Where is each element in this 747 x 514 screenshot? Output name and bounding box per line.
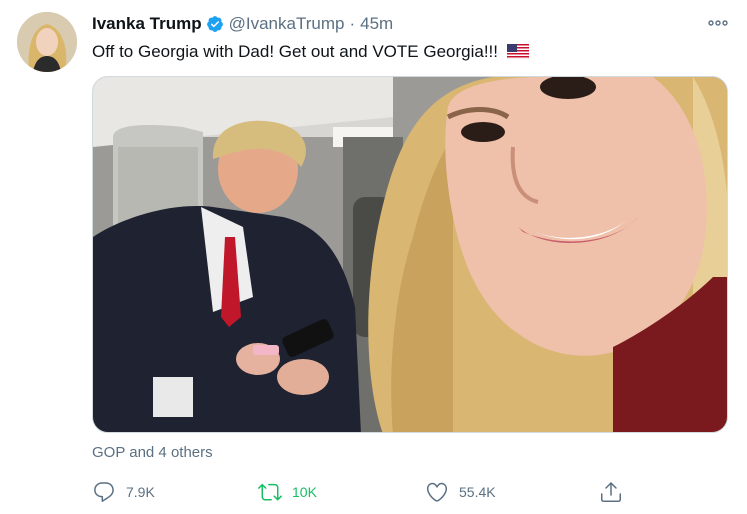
reply-icon <box>94 482 114 502</box>
tweet-text: Off to Georgia with Dad! Get out and VOT… <box>92 42 529 62</box>
retweet-button[interactable]: 10K <box>258 478 317 506</box>
more-options-button[interactable] <box>705 14 731 32</box>
tweet: Ivanka Trump @IvankaTrump · 45m Off to G… <box>0 0 747 514</box>
tweet-header: Ivanka Trump @IvankaTrump · 45m <box>92 13 393 35</box>
like-button[interactable]: 55.4K <box>425 478 496 506</box>
like-count: 55.4K <box>459 484 496 500</box>
liked-by-context[interactable]: GOP and 4 others <box>92 444 213 461</box>
avatar[interactable] <box>17 12 77 72</box>
heart-icon <box>426 482 448 502</box>
us-flag-icon <box>506 44 529 59</box>
separator-dot: · <box>349 14 356 33</box>
retweet-icon <box>258 483 282 501</box>
share-button[interactable] <box>599 478 623 506</box>
reply-count: 7.9K <box>126 484 155 500</box>
avatar-image <box>17 12 77 72</box>
photo-image <box>93 77 727 432</box>
tweet-timestamp[interactable]: 45m <box>360 14 393 34</box>
reply-button[interactable]: 7.9K <box>92 478 155 506</box>
verified-badge-icon <box>206 16 223 32</box>
author-name[interactable]: Ivanka Trump <box>92 14 202 34</box>
tweet-photo[interactable] <box>92 76 728 433</box>
tweet-actions: 7.9K 10K 55.4K <box>92 478 632 506</box>
author-handle[interactable]: @IvankaTrump <box>229 14 345 34</box>
share-icon <box>601 482 621 502</box>
tweet-text-content: Off to Georgia with Dad! Get out and VOT… <box>92 42 498 61</box>
more-dots-icon <box>708 20 728 26</box>
retweet-count: 10K <box>292 484 317 500</box>
